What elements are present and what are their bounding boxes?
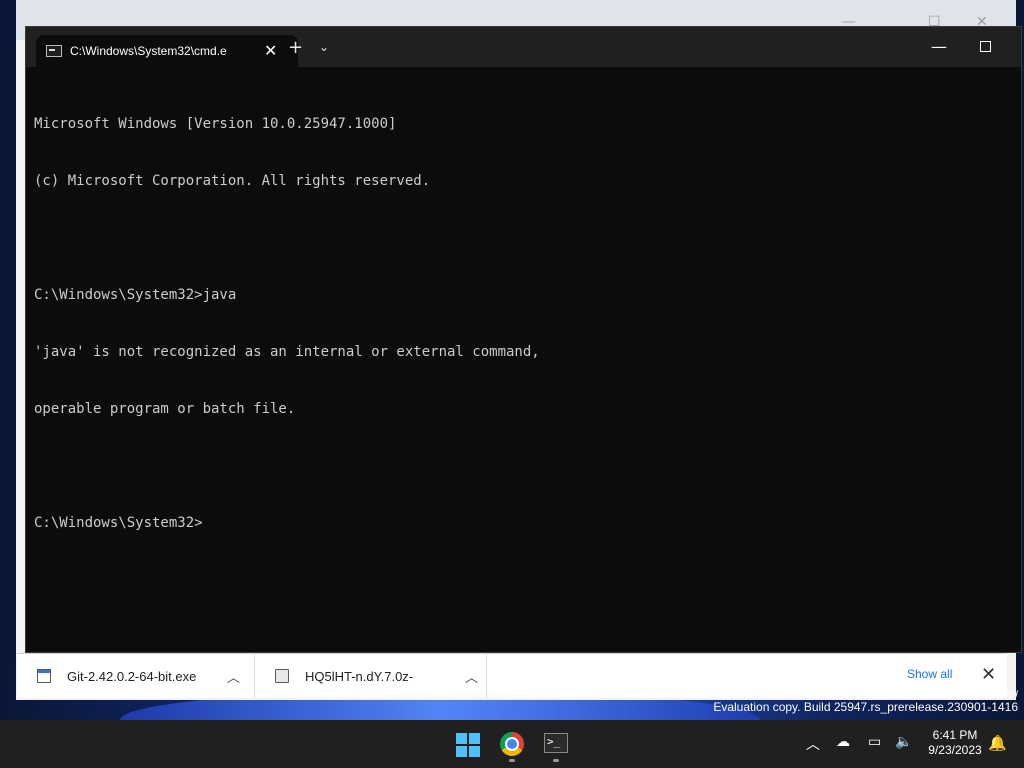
- taskbar: >_ ︿ ☁ ▭ 🔈 6:41 PM 9/23/2023 🔔: [0, 720, 1024, 768]
- cmd-icon: [46, 45, 62, 57]
- download-item[interactable]: Git-2.42.0.2-64-bit.exe ︿: [17, 654, 255, 698]
- new-tab-icon[interactable]: +: [288, 39, 303, 57]
- chrome-icon[interactable]: [500, 732, 524, 756]
- download-filename: HQ5lHT-n.dY.7.0z-: [305, 668, 414, 684]
- clock-time: 6:41 PM: [932, 728, 978, 742]
- chevron-up-icon[interactable]: ︿: [465, 667, 478, 686]
- show-all-link[interactable]: Show all: [907, 667, 952, 681]
- start-icon[interactable]: [456, 733, 480, 757]
- document-file-icon: [275, 669, 289, 683]
- evaluation-watermark: Evaluation copy. Build 25947.rs_prerelea…: [713, 700, 1018, 714]
- minimize-icon[interactable]: —: [931, 37, 947, 56]
- onedrive-offline-icon[interactable]: ☁: [836, 734, 850, 750]
- chevron-down-icon[interactable]: ⌄: [319, 41, 329, 53]
- running-indicator: [553, 759, 559, 762]
- console-output[interactable]: Microsoft Windows [Version 10.0.25947.10…: [34, 77, 1013, 571]
- terminal-window[interactable]: C:\Windows\System32\cmd.e ✕ + ⌄ — Micros…: [25, 26, 1022, 653]
- close-tab-icon[interactable]: ✕: [264, 43, 277, 59]
- tab-cmd[interactable]: C:\Windows\System32\cmd.e ✕: [36, 35, 298, 67]
- download-filename: Git-2.42.0.2-64-bit.exe: [67, 668, 197, 684]
- chevron-up-icon[interactable]: ︿: [227, 667, 240, 686]
- close-icon[interactable]: ✕: [981, 664, 996, 685]
- console-prompt[interactable]: C:\Windows\System32>: [34, 514, 1013, 533]
- console-line: (c) Microsoft Corporation. All rights re…: [34, 173, 431, 189]
- terminal-titlebar[interactable]: C:\Windows\System32\cmd.e ✕ + ⌄ —: [26, 27, 1021, 67]
- tab-title: C:\Windows\System32\cmd.e: [70, 44, 227, 58]
- download-item[interactable]: HQ5lHT-n.dY.7.0z- ︿: [255, 654, 487, 698]
- terminal-icon[interactable]: >_: [544, 733, 568, 753]
- downloads-bar: Git-2.42.0.2-64-bit.exe ︿ HQ5lHT-n.dY.7.…: [17, 653, 1007, 698]
- clock[interactable]: 6:41 PM 9/23/2023: [920, 728, 990, 758]
- console-line: operable program or batch file.: [34, 401, 296, 417]
- show-hidden-icons-icon[interactable]: ︿: [806, 734, 820, 754]
- console-line: 'java' is not recognized as an internal …: [34, 344, 540, 360]
- clock-date: 9/23/2023: [928, 743, 982, 757]
- notification-bell-icon[interactable]: 🔔: [988, 734, 1007, 752]
- exe-file-icon: [37, 669, 51, 683]
- network-icon[interactable]: ▭: [868, 734, 881, 750]
- volume-muted-icon[interactable]: 🔈: [895, 734, 912, 750]
- running-indicator: [509, 759, 515, 762]
- console-line: Microsoft Windows [Version 10.0.25947.10…: [34, 116, 397, 132]
- console-line: C:\Windows\System32>java: [34, 287, 237, 303]
- maximize-icon[interactable]: [980, 41, 991, 52]
